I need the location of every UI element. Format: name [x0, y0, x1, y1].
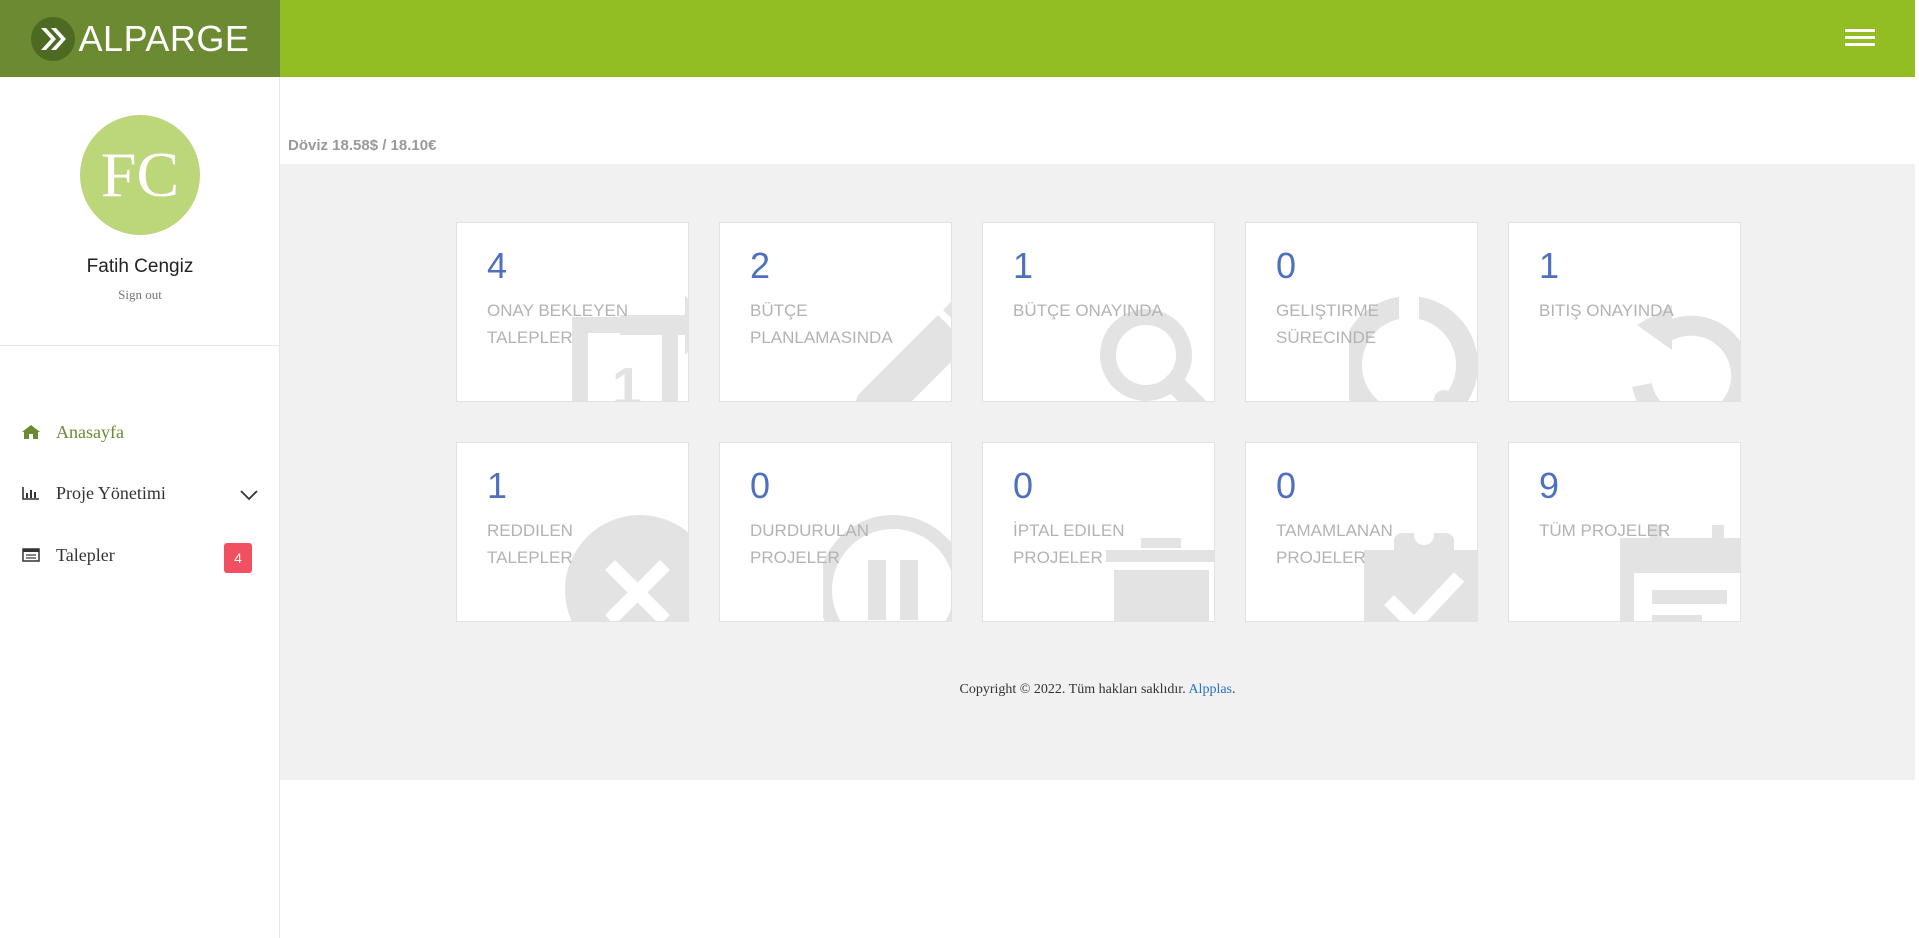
main-content: Döviz 18.58$ / 18.10€ 1 4 ONAY BEKLEYEN … [280, 77, 1915, 938]
tile-butce-onayinda[interactable]: 1 BÜTÇE ONAYINDA [982, 222, 1215, 402]
top-bar [280, 0, 1915, 77]
footer: Copyright © 2022. Tüm hakları saklıdır. … [280, 682, 1915, 698]
tile-tum-projeler[interactable]: 9 TÜM PROJELER [1508, 442, 1741, 622]
svg-text:1: 1 [612, 357, 642, 402]
chevrons-icon [30, 16, 75, 61]
user-name: Fatih Cengiz [86, 256, 194, 277]
tile-count: 0 [1013, 465, 1034, 506]
tile-bitis-onayinda[interactable]: 1 BITIŞ ONAYINDA [1508, 222, 1741, 402]
tile-label: ONAY BEKLEYEN TALEPLER [487, 301, 629, 347]
sidebar-item-anasayfa[interactable]: Anasayfa [0, 410, 280, 454]
tile-count: 2 [750, 245, 771, 286]
tile-count: 1 [1013, 245, 1034, 286]
sidebar: FC Fatih Cengiz Sign out Anasayfa Proje … [0, 77, 280, 938]
sidebar-item-proje-yonetimi[interactable]: Proje Yönetimi [0, 471, 280, 515]
copyright-text: Copyright © 2022. Tüm hakları saklıdır. [959, 682, 1186, 697]
tile-label: REDDILEN TALEPLER [487, 521, 573, 567]
footer-suffix: . [1232, 682, 1236, 697]
tile-onay-bekleyen[interactable]: 1 4 ONAY BEKLEYEN TALEPLER [456, 222, 689, 402]
brand-name: ALPARGE [78, 17, 250, 59]
brand-logo[interactable]: ALPARGE [0, 0, 280, 77]
tile-label: BÜTÇE ONAYINDA [1013, 301, 1163, 320]
tile-tamamlanan-projeler[interactable]: 0 TAMAMLANAN PROJELER [1245, 442, 1478, 622]
calendar-list-icon [20, 546, 42, 564]
tile-count: 1 [1539, 245, 1560, 286]
exchange-rate: Döviz 18.58$ / 18.10€ [288, 137, 437, 154]
hamburger-icon[interactable] [1845, 29, 1875, 51]
chevron-down-icon[interactable] [240, 485, 258, 506]
tile-count: 4 [487, 245, 508, 286]
top-header: ALPARGE [0, 0, 1915, 77]
avatar[interactable]: FC [80, 115, 200, 235]
tile-label: TÜM PROJELER [1539, 521, 1671, 540]
alpplas-link[interactable]: Alpplas [1188, 682, 1232, 697]
tile-gelistirme-surecinde[interactable]: 0 GELIŞTIRME SÜRECINDE [1245, 222, 1478, 402]
tile-count: 0 [1276, 245, 1297, 286]
tile-durdurulan-projeler[interactable]: 0 DURDURULAN PROJELER [719, 442, 952, 622]
tile-iptal-edilen-projeler[interactable]: 0 İPTAL EDILEN PROJELER [982, 442, 1215, 622]
tile-label: BÜTÇE PLANLAMASINDA [750, 301, 893, 347]
sign-out-link[interactable]: Sign out [0, 287, 280, 303]
tile-label: İPTAL EDILEN PROJELER [1013, 521, 1125, 567]
tile-label: TAMAMLANAN PROJELER [1276, 521, 1393, 567]
sidebar-item-label: Proje Yönetimi [56, 482, 166, 503]
tile-label: DURDURULAN PROJELER [750, 521, 870, 567]
bar-chart-icon [20, 484, 42, 502]
tile-count: 1 [487, 465, 508, 506]
tile-label: BITIŞ ONAYINDA [1539, 301, 1674, 320]
tile-count: 0 [1276, 465, 1297, 506]
sidebar-divider [0, 345, 280, 346]
home-icon [20, 423, 42, 441]
tile-count: 0 [750, 465, 771, 506]
tile-butce-planlamasinda[interactable]: 2 BÜTÇE PLANLAMASINDA [719, 222, 952, 402]
sidebar-item-talepler[interactable]: Talepler 4 [0, 533, 280, 577]
tile-count: 9 [1539, 465, 1560, 506]
sidebar-item-label: Talepler [56, 544, 115, 565]
tile-label: GELIŞTIRME SÜRECINDE [1276, 301, 1379, 347]
talepler-count-badge: 4 [224, 543, 252, 573]
tile-reddilen-talepler[interactable]: 1 REDDILEN TALEPLER [456, 442, 689, 622]
sidebar-item-label: Anasayfa [56, 421, 124, 442]
